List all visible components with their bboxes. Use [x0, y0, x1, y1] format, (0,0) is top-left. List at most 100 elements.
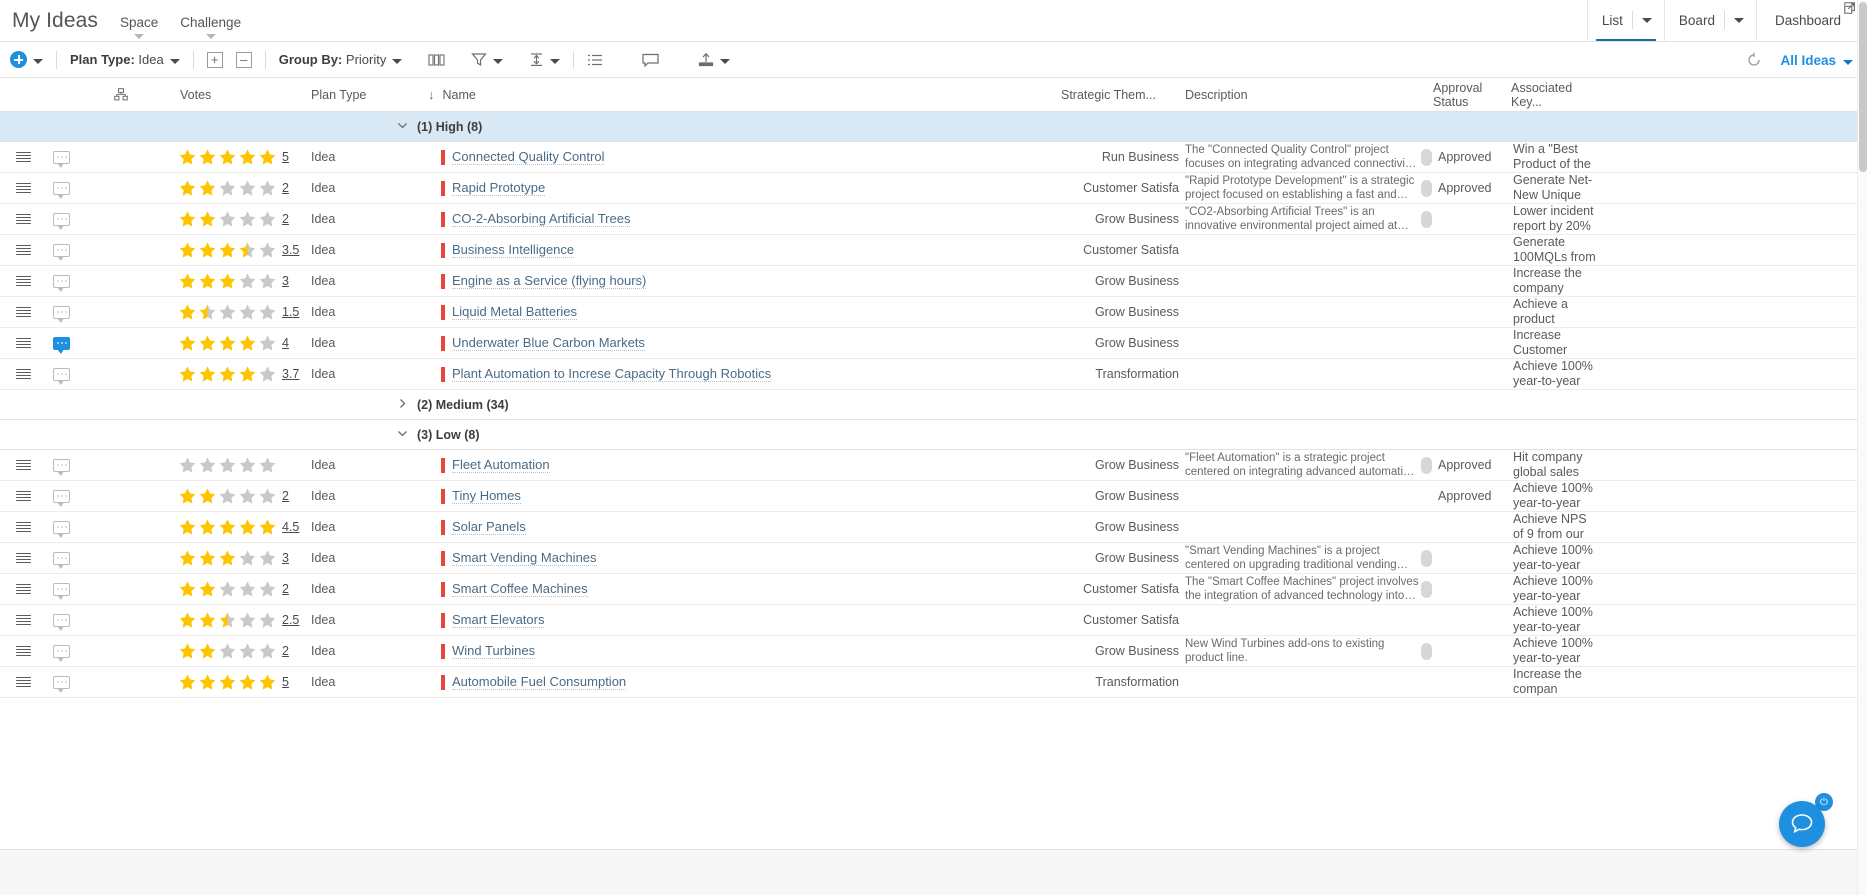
chevron-down-icon[interactable] — [720, 59, 731, 64]
row-comment-button[interactable] — [46, 574, 76, 604]
idea-name-link[interactable]: Smart Coffee Machines — [452, 581, 588, 597]
chevron-down-icon[interactable] — [1641, 17, 1652, 23]
collapse-rows-icon[interactable]: – — [235, 51, 252, 68]
row-votes-cell[interactable]: 3.7 — [166, 359, 311, 389]
expand-rows-icon[interactable]: + — [206, 51, 223, 68]
row-name-cell[interactable]: Wind Turbines — [406, 636, 1061, 666]
table-row[interactable]: 4 Idea Underwater Blue Carbon Markets Grow … — [0, 328, 1867, 359]
row-drag-handle[interactable] — [0, 359, 46, 389]
chat-support-icon[interactable] — [1779, 801, 1825, 847]
vote-value[interactable]: 5 — [282, 150, 289, 164]
chevron-down-icon[interactable] — [550, 59, 561, 64]
row-name-cell[interactable]: Fleet Automation — [406, 450, 1061, 480]
row-name-cell[interactable]: Automobile Fuel Consumption — [406, 667, 1061, 697]
idea-name-link[interactable]: Tiny Homes — [452, 488, 521, 504]
hierarchy-icon[interactable] — [76, 88, 166, 101]
chevron-down-icon[interactable] — [396, 119, 409, 135]
table-row[interactable]: 2.5 Idea Smart Elevators Customer Satisfa Ac… — [0, 605, 1867, 636]
row-name-cell[interactable]: Liquid Metal Batteries — [406, 297, 1061, 327]
vote-value[interactable]: 4 — [282, 336, 289, 350]
table-row[interactable]: 5 Idea Automobile Fuel Consumption Transfor… — [0, 667, 1867, 698]
row-votes-cell[interactable]: 2 — [166, 636, 311, 666]
list-view-icon[interactable] — [587, 53, 603, 67]
row-comment-button[interactable] — [46, 297, 76, 327]
row-name-cell[interactable]: Plant Automation to Increse Capacity Thr… — [406, 359, 1061, 389]
row-comment-button[interactable] — [46, 328, 76, 358]
table-row[interactable]: 3 Idea Smart Vending Machines Grow Business… — [0, 543, 1867, 574]
idea-name-link[interactable]: Liquid Metal Batteries — [452, 304, 578, 320]
vote-value[interactable]: 2 — [282, 181, 289, 195]
refresh-icon[interactable] — [1746, 52, 1762, 68]
row-name-cell[interactable]: Rapid Prototype — [406, 173, 1061, 203]
expand-window-icon[interactable] — [1843, 1, 1857, 15]
nav-tab-space[interactable]: Space — [120, 15, 158, 41]
star-rating[interactable] — [178, 272, 277, 290]
idea-name-link[interactable]: Business Intelligence — [452, 242, 575, 258]
row-comment-button[interactable] — [46, 266, 76, 296]
row-votes-cell[interactable]: 2 — [166, 204, 311, 234]
row-drag-handle[interactable] — [0, 636, 46, 666]
star-rating[interactable] — [178, 179, 277, 197]
star-rating[interactable] — [178, 580, 277, 598]
star-rating[interactable] — [178, 303, 277, 321]
vote-value[interactable]: 3 — [282, 274, 289, 288]
row-drag-handle[interactable] — [0, 512, 46, 542]
row-drag-handle[interactable] — [0, 667, 46, 697]
row-drag-handle[interactable] — [0, 235, 46, 265]
vote-value[interactable]: 1.5 — [282, 305, 299, 319]
row-comment-button[interactable] — [46, 235, 76, 265]
row-name-cell[interactable]: Tiny Homes — [406, 481, 1061, 511]
idea-name-link[interactable]: Automobile Fuel Consumption — [452, 674, 627, 690]
row-name-cell[interactable]: CO-2-Absorbing Artificial Trees — [406, 204, 1061, 234]
group-by-filter[interactable]: Group By: Priority — [279, 52, 403, 67]
idea-name-link[interactable]: CO-2-Absorbing Artificial Trees — [452, 211, 631, 227]
vote-value[interactable]: 4.5 — [282, 520, 299, 534]
star-rating[interactable] — [178, 148, 277, 166]
row-name-cell[interactable]: Underwater Blue Carbon Markets — [406, 328, 1061, 358]
group-header-row[interactable]: (2) Medium (34) — [0, 390, 1867, 420]
table-row[interactable]: 1.5 Idea Liquid Metal Batteries Grow Busine… — [0, 297, 1867, 328]
vote-value[interactable]: 5 — [282, 675, 289, 689]
star-rating[interactable] — [178, 642, 277, 660]
header-votes[interactable]: Votes — [166, 88, 311, 102]
idea-name-link[interactable]: Fleet Automation — [452, 457, 550, 473]
row-comment-button[interactable] — [46, 605, 76, 635]
vote-value[interactable]: 2 — [282, 582, 289, 596]
group-header-row[interactable]: (3) Low (8) — [0, 420, 1867, 450]
vote-value[interactable]: 2 — [282, 489, 289, 503]
tab-list[interactable]: List — [1586, 0, 1664, 41]
row-comment-button[interactable] — [46, 204, 76, 234]
chevron-down-icon[interactable] — [493, 59, 504, 64]
row-drag-handle[interactable] — [0, 481, 46, 511]
row-drag-handle[interactable] — [0, 543, 46, 573]
idea-name-link[interactable]: Smart Elevators — [452, 612, 545, 628]
chevron-down-icon[interactable] — [392, 59, 403, 64]
row-votes-cell[interactable]: 4.5 — [166, 512, 311, 542]
row-votes-cell[interactable] — [166, 450, 311, 480]
saved-view-selector[interactable]: All Ideas — [1780, 53, 1853, 68]
star-rating[interactable] — [178, 518, 277, 536]
row-drag-handle[interactable] — [0, 328, 46, 358]
header-plan-type[interactable]: Plan Type — [311, 88, 406, 102]
header-associated-key-results[interactable]: Associated Key... — [1509, 81, 1599, 109]
scrollbar-thumb[interactable] — [1859, 2, 1867, 172]
idea-name-link[interactable]: Solar Panels — [452, 519, 526, 535]
row-comment-button[interactable] — [46, 359, 76, 389]
row-drag-handle[interactable] — [0, 605, 46, 635]
star-rating[interactable] — [178, 456, 277, 474]
tab-dashboard[interactable]: Dashboard — [1755, 0, 1867, 41]
star-rating[interactable] — [178, 673, 277, 691]
row-comment-button[interactable] — [46, 512, 76, 542]
row-comment-button[interactable] — [46, 636, 76, 666]
row-votes-cell[interactable]: 3 — [166, 266, 311, 296]
row-name-cell[interactable]: Smart Coffee Machines — [406, 574, 1061, 604]
columns-icon[interactable] — [428, 53, 445, 67]
idea-name-link[interactable]: Smart Vending Machines — [452, 550, 597, 566]
idea-name-link[interactable]: Connected Quality Control — [452, 149, 605, 165]
chevron-right-icon[interactable] — [396, 397, 409, 413]
table-row[interactable]: 2 Idea Rapid Prototype Customer Satisfa "Rap… — [0, 173, 1867, 204]
group-header-row[interactable]: (1) High (8) — [0, 112, 1867, 142]
star-rating[interactable] — [178, 549, 277, 567]
idea-name-link[interactable]: Plant Automation to Increse Capacity Thr… — [452, 366, 772, 382]
star-rating[interactable] — [178, 487, 277, 505]
